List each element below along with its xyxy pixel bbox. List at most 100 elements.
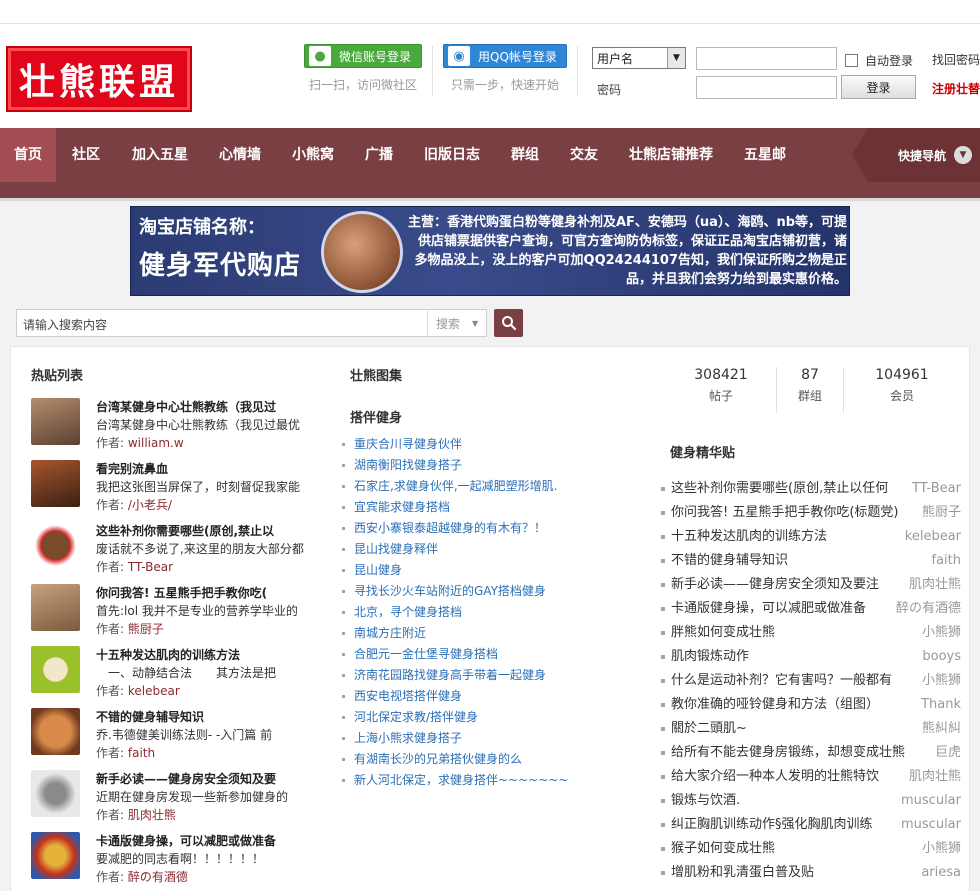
link-text[interactable]: 湖南衡阳找健身搭子 [354, 455, 462, 476]
essence-post-title[interactable]: 猴子如何变成壮熊 [671, 837, 775, 861]
search-input[interactable]: 请输入搜索内容 [23, 316, 107, 333]
nav-home[interactable]: 首页 [0, 128, 56, 182]
nav-mail[interactable]: 五星邮 [744, 128, 786, 182]
list-item[interactable]: 不错的健身辅导知识 乔.韦德健美训练法则- -入门篇 前 作者: faith [31, 708, 341, 770]
list-item[interactable]: 这些补剂你需要哪些(原创,禁止以 废话就不多说了,来这里的朋友大部分都 作者: … [31, 522, 341, 584]
link-text[interactable]: 北京，寻个健身搭档 [354, 602, 462, 623]
essence-post-title[interactable]: 你问我答! 五星熊手把手教你吃(标题党) [671, 501, 899, 525]
list-item[interactable]: 卡通版健身操，可以减肥或做准备 醉の有酒德 [661, 597, 961, 621]
list-item[interactable]: 给所有不能去健身房锻练，却想变成壮熊 巨虎 [661, 741, 961, 765]
nav-shop-recommend[interactable]: 壮熊店铺推荐 [629, 128, 713, 182]
list-item[interactable]: 济南花园路找健身高手带着一起健身 [339, 665, 639, 686]
list-item[interactable]: 新人河北保定，求健身搭伴~~~~~~~ [339, 770, 639, 791]
list-item[interactable]: 卡通版健身操，可以减肥或做准备 要减肥的同志看啊！！！！！！ 作者: 醉の有酒德 [31, 832, 341, 891]
nav-friends[interactable]: 交友 [570, 128, 598, 182]
essence-post-title[interactable]: 教你准确的哑铃健身和方法（组图） [671, 693, 879, 717]
author-name[interactable]: TT-Bear [128, 560, 173, 574]
essence-post-author[interactable]: 小熊狮 [917, 669, 961, 693]
list-item[interactable]: 肌肉锻炼动作 booys [661, 645, 961, 669]
essence-post-title[interactable]: 新手必读——健身房安全须知及要注 [671, 573, 879, 597]
author-name[interactable]: faith [128, 746, 155, 760]
list-item[interactable]: 重庆合川寻健身伙伴 [339, 434, 639, 455]
post-title[interactable]: 台湾某健身中心壮熊教练（我见过 [96, 398, 276, 415]
list-item[interactable]: 石家庄,求健身伙伴,一起减肥塑形增肌. [339, 476, 639, 497]
post-title[interactable]: 你问我答! 五星熊手把手教你吃( [96, 584, 267, 601]
list-item[interactable]: 你问我答! 五星熊手把手教你吃(标题党) 熊厨子 [661, 501, 961, 525]
author-name[interactable]: kelebear [128, 684, 180, 698]
list-item[interactable]: 给大家介绍一种本人发明的壮熊特饮 肌肉壮熊 [661, 765, 961, 789]
qq-login-button[interactable]: ◉ 用QQ帐号登录 [443, 44, 567, 68]
link-text[interactable]: 石家庄,求健身伙伴,一起减肥塑形增肌. [354, 476, 557, 497]
list-item[interactable]: 西安电视塔搭伴健身 [339, 686, 639, 707]
list-item[interactable]: 十五种发达肌肉的训练方法 kelebear [661, 525, 961, 549]
search-type-select[interactable]: 搜索 ▼ [427, 310, 487, 336]
link-text[interactable]: 河北保定求教/搭伴健身 [354, 707, 478, 728]
post-title[interactable]: 十五种发达肌肉的训练方法 [96, 646, 240, 663]
list-item[interactable]: 昆山健身 [339, 560, 639, 581]
link-text[interactable]: 有湖南长沙的兄弟搭伙健身的么 [354, 749, 522, 770]
list-item[interactable]: 什么是运动补剂？它有害吗？一般都有 小熊狮 [661, 669, 961, 693]
post-title[interactable]: 看完别流鼻血 [96, 460, 168, 477]
essence-post-author[interactable]: TT-Bear [908, 477, 961, 501]
link-text[interactable]: 重庆合川寻健身伙伴 [354, 434, 462, 455]
find-password-link[interactable]: 找回密码 [932, 51, 980, 68]
list-item[interactable]: 湖南衡阳找健身搭子 [339, 455, 639, 476]
post-title[interactable]: 这些补剂你需要哪些(原创,禁止以 [96, 522, 274, 539]
list-item[interactable]: 猴子如何变成壮熊 小熊狮 [661, 837, 961, 861]
list-item[interactable]: 台湾某健身中心壮熊教练（我见过 台湾某健身中心壮熊教练（我见过最优 作者: wi… [31, 398, 341, 460]
post-title[interactable]: 新手必读——健身房安全须知及要 [96, 770, 276, 787]
nav-community[interactable]: 社区 [72, 128, 100, 182]
list-item[interactable]: 西安小寨银泰超越健身的有木有？！ [339, 518, 639, 539]
essence-post-title[interactable]: 给大家介绍一种本人发明的壮熊特饮 [671, 765, 879, 789]
essence-post-author[interactable]: kelebear [900, 525, 961, 549]
login-button[interactable]: 登录 [841, 75, 916, 99]
partner-title[interactable]: 搭伴健身 [350, 407, 402, 426]
link-text[interactable]: 合肥元一金仕堡寻健身搭档 [354, 644, 498, 665]
password-input[interactable] [696, 76, 837, 99]
link-text[interactable]: 济南花园路找健身高手带着一起健身 [354, 665, 546, 686]
essence-post-author[interactable]: Thank [917, 693, 961, 717]
link-text[interactable]: 宜宾能求健身搭档 [354, 497, 450, 518]
link-text[interactable]: 新人河北保定，求健身搭伴~~~~~~~ [354, 770, 568, 791]
essence-post-author[interactable]: faith [927, 549, 961, 573]
list-item[interactable]: 昆山找健身释伴 [339, 539, 639, 560]
essence-post-author[interactable]: 肌肉壮熊 [904, 573, 961, 597]
list-item[interactable]: 有湖南长沙的兄弟搭伙健身的么 [339, 749, 639, 770]
author-name[interactable]: 熊厨子 [128, 622, 164, 636]
essence-post-title[interactable]: 这些补剂你需要哪些(原创,禁止以任何 [671, 477, 888, 501]
quick-nav-button[interactable]: 快捷导航 ▼ [852, 128, 980, 182]
list-item[interactable]: 胖熊如何变成壮熊 小熊狮 [661, 621, 961, 645]
link-text[interactable]: 西安小寨银泰超越健身的有木有？！ [354, 518, 546, 539]
essence-post-title[interactable]: 不错的健身辅导知识 [671, 549, 788, 573]
author-name[interactable]: 醉の有酒德 [128, 870, 188, 884]
list-item[interactable]: 上海小熊求健身搭子 [339, 728, 639, 749]
post-title[interactable]: 不错的健身辅导知识 [96, 708, 204, 725]
essence-post-title[interactable]: 给所有不能去健身房锻练，却想变成壮熊 [671, 741, 905, 765]
list-item[interactable]: 北京，寻个健身搭档 [339, 602, 639, 623]
essence-post-author[interactable]: 醉の有酒德 [891, 597, 961, 621]
link-text[interactable]: 寻找长沙火车站附近的GAY搭档健身 [354, 581, 546, 602]
essence-post-title[interactable]: 關於二頭肌~ [671, 717, 747, 741]
gallery-title[interactable]: 壮熊图集 [350, 365, 402, 384]
link-text[interactable]: 昆山健身 [354, 560, 402, 581]
nav-join[interactable]: 加入五星 [132, 128, 188, 182]
list-item[interactable]: 新手必读——健身房安全须知及要注 肌肉壮熊 [661, 573, 961, 597]
list-item[interactable]: 锻炼与饮酒. muscular [661, 789, 961, 813]
list-item[interactable]: 新手必读——健身房安全须知及要 近期在健身房发现一些新参加健身的 作者: 肌肉壮… [31, 770, 341, 832]
author-name[interactable]: 肌肉壮熊 [128, 808, 176, 822]
nav-old-log[interactable]: 旧版日志 [424, 128, 480, 182]
link-text[interactable]: 上海小熊求健身搭子 [354, 728, 462, 749]
nav-groups[interactable]: 群组 [511, 128, 539, 182]
essence-post-title[interactable]: 卡通版健身操，可以减肥或做准备 [671, 597, 866, 621]
list-item[interactable]: 增肌粉和乳清蛋白普及贴 ariesa [661, 861, 961, 885]
list-item[interactable]: 南城方庄附近 [339, 623, 639, 644]
wechat-login-button[interactable]: ● 微信账号登录 [304, 44, 422, 68]
essence-post-author[interactable]: 熊厨子 [917, 501, 961, 525]
essence-post-author[interactable]: 熊糾糾 [917, 717, 961, 741]
link-text[interactable]: 南城方庄附近 [354, 623, 426, 644]
nav-bear-den[interactable]: 小熊窝 [292, 128, 334, 182]
nav-mood-wall[interactable]: 心情墙 [219, 128, 261, 182]
link-text[interactable]: 昆山找健身释伴 [354, 539, 438, 560]
list-item[interactable]: 这些补剂你需要哪些(原创,禁止以任何 TT-Bear [661, 477, 961, 501]
author-name[interactable]: william.w [128, 436, 184, 450]
